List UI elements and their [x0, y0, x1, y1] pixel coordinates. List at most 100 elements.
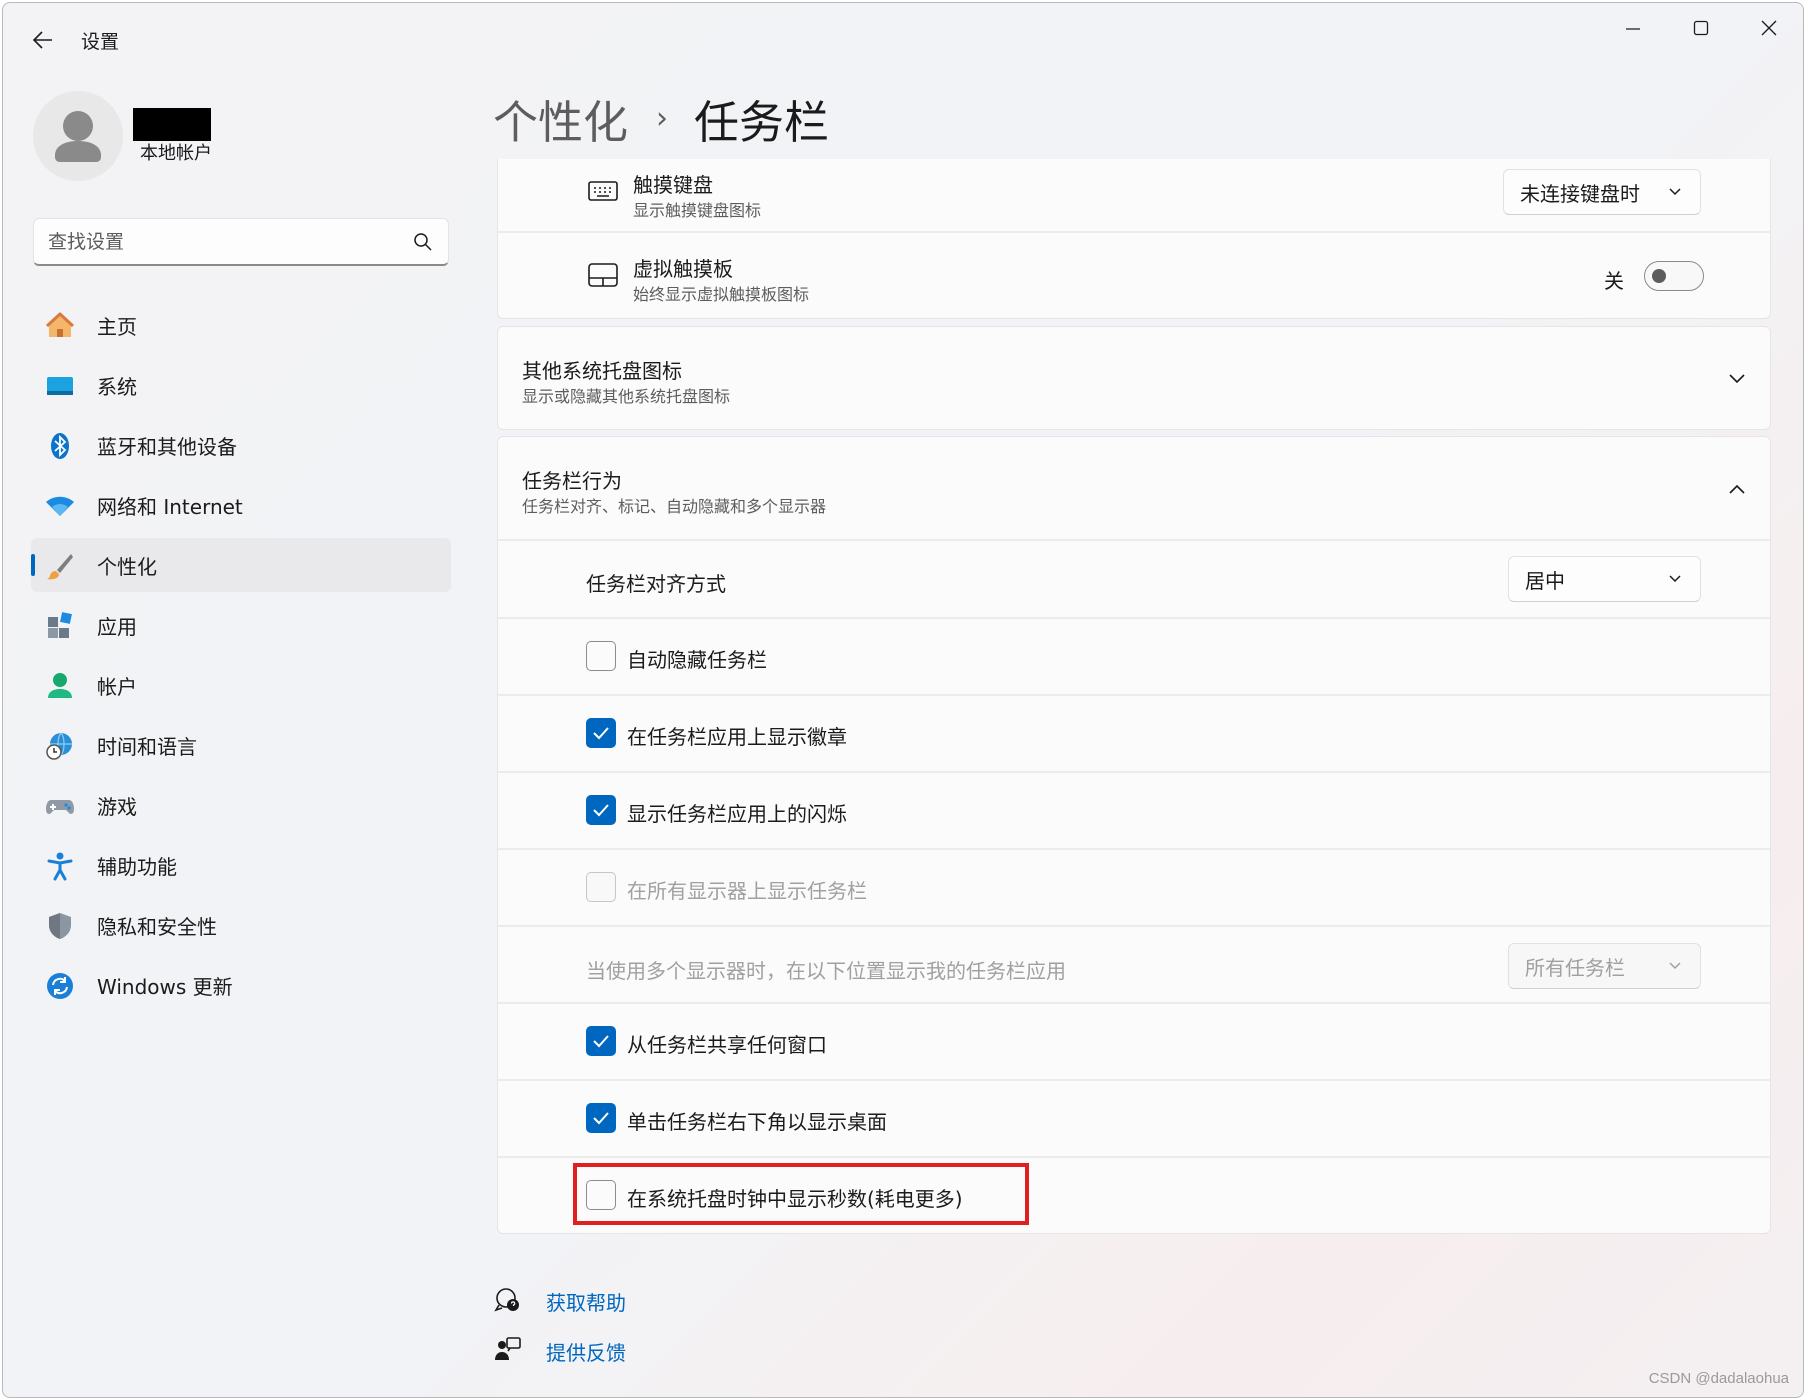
sidebar-item-home[interactable]: 主页 [31, 298, 451, 352]
touch-keyboard-subtitle: 显示触摸键盘图标 [633, 201, 762, 220]
divider [498, 1156, 1770, 1158]
search-input[interactable] [48, 229, 388, 255]
breadcrumb-separator: › [656, 100, 669, 136]
breadcrumb-parent[interactable]: 个性化 [493, 86, 628, 151]
sidebar-item-accounts[interactable]: 帐户 [31, 658, 451, 712]
behaviors-title: 任务栏行为 [522, 469, 622, 493]
badges-label[interactable]: 在任务栏应用上显示徽章 [627, 721, 847, 750]
user-icon [55, 111, 101, 162]
taskbar-behaviors-header[interactable]: 任务栏行为 任务栏对齐、标记、自动隐藏和多个显示器 [498, 437, 1770, 539]
chevron-down-icon [1669, 962, 1681, 970]
redacted-username [133, 108, 211, 141]
all-displays-checkbox [586, 872, 616, 902]
multi-display-dropdown: 所有任务栏 [1508, 943, 1701, 989]
sidebar-item-label: 时间和语言 [97, 734, 197, 759]
show-desktop-checkbox[interactable] [586, 1103, 616, 1133]
sidebar-item-system[interactable]: 系统 [31, 358, 451, 412]
checkmark-icon [593, 1112, 609, 1125]
app-title: 设置 [81, 31, 120, 53]
divider [498, 231, 1770, 233]
behaviors-subtitle: 任务栏对齐、标记、自动隐藏和多个显示器 [522, 497, 827, 516]
touch-keyboard-dropdown[interactable]: 未连接键盘时 [1503, 169, 1701, 215]
system-icon [47, 377, 73, 395]
virtual-touchpad-title: 虚拟触摸板 [633, 257, 733, 281]
all-displays-label: 在所有显示器上显示任务栏 [627, 879, 867, 903]
sidebar-item-privacy[interactable]: 隐私和安全性 [31, 898, 451, 952]
badges-checkbox[interactable] [586, 718, 616, 748]
watermark: CSDN @dadalaohua [1648, 1370, 1789, 1387]
close-icon [1761, 20, 1777, 36]
sidebar-item-label: 系统 [97, 374, 137, 399]
sidebar-item-label: Windows 更新 [97, 974, 233, 999]
sidebar-item-windows-update[interactable]: Windows 更新 [31, 958, 451, 1012]
chevron-down-icon [1669, 188, 1681, 196]
divider [498, 1079, 1770, 1081]
feedback-icon [495, 1337, 521, 1360]
sidebar-item-gaming[interactable]: 游戏 [31, 778, 451, 832]
sidebar-item-label: 个性化 [97, 554, 157, 579]
chevron-down-icon [1669, 575, 1681, 583]
sidebar-item-time-language[interactable]: 时间和语言 [31, 718, 451, 772]
sidebar-item-accessibility[interactable]: 辅助功能 [31, 838, 451, 892]
touch-keyboard-title: 触摸键盘 [633, 173, 713, 197]
other-tray-icons-card[interactable]: 其他系统托盘图标 显示或隐藏其他系统托盘图标 [497, 326, 1771, 430]
breadcrumb: 个性化 › 任务栏 [493, 83, 829, 153]
wifi-icon [46, 496, 74, 516]
share-window-checkbox[interactable] [586, 1026, 616, 1056]
home-icon [45, 312, 75, 337]
divider [498, 1002, 1770, 1004]
highlight-annotation [573, 1163, 1029, 1225]
shield-icon [49, 913, 71, 939]
close-button[interactable] [1735, 11, 1803, 45]
toggle-state-label: 关 [1604, 269, 1624, 293]
search-icon[interactable] [412, 231, 434, 253]
back-button[interactable] [25, 23, 61, 57]
share-window-label[interactable]: 从任务栏共享任何窗口 [627, 1029, 827, 1058]
chevron-up-icon[interactable] [1728, 483, 1746, 495]
sidebar-item-label: 应用 [97, 614, 137, 639]
sidebar-item-apps[interactable]: 应用 [31, 598, 451, 652]
give-feedback-link[interactable]: 提供反馈 [546, 1337, 626, 1366]
brush-icon [47, 554, 73, 580]
update-icon [47, 973, 73, 999]
flashing-checkbox[interactable] [586, 795, 616, 825]
auto-hide-label[interactable]: 自动隐藏任务栏 [627, 644, 767, 673]
checkmark-icon [593, 804, 609, 817]
dropdown-value: 居中 [1525, 568, 1565, 593]
other-tray-title: 其他系统托盘图标 [522, 359, 682, 383]
divider [498, 848, 1770, 850]
divider [498, 694, 1770, 696]
settings-window: 设置 本地帐户 主页 系统 蓝牙 [2, 2, 1804, 1398]
accessibility-icon [47, 852, 73, 881]
keyboard-icon [588, 181, 618, 201]
divider [498, 617, 1770, 619]
checkmark-icon [593, 727, 609, 740]
get-help-link[interactable]: 获取帮助 [546, 1287, 626, 1316]
help-icon [494, 1288, 519, 1312]
virtual-touchpad-subtitle: 始终显示虚拟触摸板图标 [633, 285, 810, 304]
alignment-label: 任务栏对齐方式 [586, 572, 726, 596]
minimize-button[interactable] [1599, 11, 1667, 45]
sidebar-item-bluetooth[interactable]: 蓝牙和其他设备 [31, 418, 451, 472]
title-bar: 设置 [3, 3, 1803, 73]
maximize-button[interactable] [1667, 11, 1735, 45]
show-desktop-label[interactable]: 单击任务栏右下角以显示桌面 [627, 1106, 887, 1135]
toggle-knob [1652, 269, 1666, 283]
search-box[interactable] [33, 218, 449, 266]
chevron-down-icon[interactable] [1728, 373, 1746, 385]
sidebar-nav: 主页 系统 蓝牙和其他设备 网络和 Internet 个性化 应用 帐户 时间和… [31, 298, 451, 1018]
dropdown-value: 所有任务栏 [1525, 955, 1625, 980]
sidebar-item-label: 蓝牙和其他设备 [97, 434, 237, 459]
bluetooth-icon [51, 433, 69, 459]
avatar[interactable] [33, 91, 123, 181]
sidebar-item-label: 隐私和安全性 [97, 914, 217, 939]
sidebar-item-personalization[interactable]: 个性化 [31, 538, 451, 592]
sidebar-item-network[interactable]: 网络和 Internet [31, 478, 451, 532]
virtual-touchpad-toggle[interactable] [1644, 261, 1704, 291]
minimize-icon [1626, 28, 1640, 30]
auto-hide-checkbox[interactable] [586, 641, 616, 671]
taskbar-behaviors-card: 任务栏行为 任务栏对齐、标记、自动隐藏和多个显示器 任务栏对齐方式 居中 自动隐… [497, 436, 1771, 1234]
dropdown-value: 未连接键盘时 [1520, 181, 1640, 206]
alignment-dropdown[interactable]: 居中 [1508, 556, 1701, 602]
flashing-label[interactable]: 显示任务栏应用上的闪烁 [627, 798, 847, 827]
